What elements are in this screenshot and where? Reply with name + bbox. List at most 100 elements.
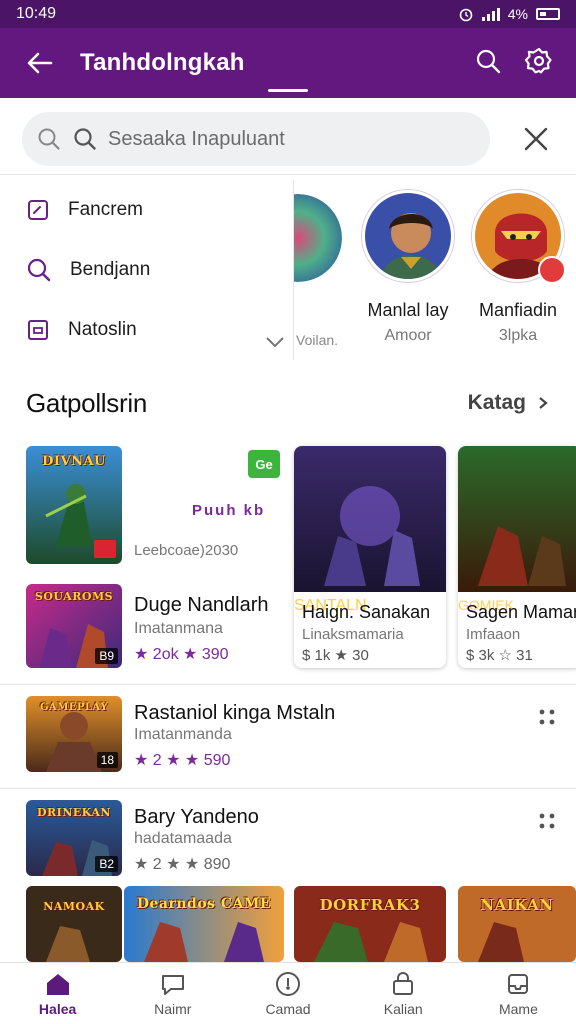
art-badge: 18 [96,752,118,768]
game-thumbnail[interactable]: NAIKAN [458,886,576,962]
featured-promo-text: Puuh kb [192,502,266,519]
nav-label: Halea [38,1000,77,1017]
active-tab-indicator [268,89,308,92]
search-icon [38,128,60,150]
art-tag [94,540,116,558]
stories-row: Voilan. Manlal lay Amoor Manfiadin 3lpka [254,190,576,360]
list-item-art[interactable]: DRINEKAN B2 [26,800,122,876]
menu-item-label: Bendjann [70,259,151,280]
list-item-art[interactable]: GAMEPLAY 18 [26,696,122,772]
more-options-icon[interactable] [536,706,558,728]
game-title: Haign. Sanakan [302,602,431,622]
menu-item-fancrem[interactable]: Fancrem [0,180,293,240]
game-subtitle: Linaksmamaria [302,626,404,643]
art-badge: B2 [95,856,118,872]
game-rating: ★ 2 ★ ★ 890 [134,856,231,873]
box-icon [28,320,48,340]
story-avatar [362,190,454,282]
battery-text: 4% [507,6,528,22]
search-input[interactable] [108,127,448,151]
search-row [0,108,576,170]
game-card[interactable]: SANTALN Haign. Sanakan Linaksmamaria $ 1… [294,446,446,668]
game-thumbnail[interactable]: Dearndos CAME [124,886,284,962]
bottom-navigation: Halea Naimr Camad Kalian Mame [0,962,576,1024]
close-icon [524,127,548,151]
game-subtitle: Imatanmana [134,620,223,637]
story-item[interactable]: Manlal lay Amoor [360,190,456,345]
search-bar[interactable] [22,112,490,166]
art-title: SOUAROMS [34,590,114,603]
story-sub: Amoor [384,327,432,344]
story-name: Manlal lay [367,300,449,320]
art-title: GAMEPLAY [40,702,108,713]
inbox-icon [508,973,529,994]
edit-square-icon [28,200,48,220]
alarm-icon [459,8,473,22]
featured-badge: Ge [248,450,280,478]
story-name: Manfiadin [478,300,558,320]
settings-button[interactable] [524,46,554,81]
menu-item-bendjann[interactable]: Bendjann [0,240,293,300]
story-item[interactable]: Manfiadin 3lpka [470,190,566,345]
see-more-link[interactable]: Katag [468,391,550,415]
art-title: DIVNAU [42,454,106,469]
game-card-art: GOMIEK [458,446,576,613]
page-title: Tanhdolngkah [80,49,245,76]
app-bar: Tanhdolngkah [0,28,576,98]
search-button[interactable] [474,47,502,80]
art-title: NAIKAN [480,896,554,914]
chevron-right-icon [539,397,548,409]
menu-item-natoslin[interactable]: Natoslin [0,300,293,360]
art-title: NAMOAK [43,900,105,913]
nav-item-explore[interactable]: Camad [230,963,345,1024]
status-bar: 10:49 4% [0,0,576,28]
game-title[interactable]: Rastaniol kinga Mstaln [134,702,335,725]
game-subtitle: hadatamaada [134,830,232,847]
nav-label: Kalian [383,1000,423,1017]
more-options-icon[interactable] [536,810,558,832]
list-item-art[interactable]: SOUAROMS B9 [26,584,122,668]
game-title[interactable]: Duge Nandlarh [134,594,269,617]
featured-game-art[interactable]: DIVNAU [26,446,122,564]
search-icon [27,258,51,282]
search-icon [476,49,501,73]
nav-label: Naimr [154,1000,192,1017]
art-title: DRINEKAN [37,806,111,819]
game-rating: ★ 2 ★ ★ 590 [134,752,231,769]
clear-search-button[interactable] [518,121,554,157]
gear-icon [524,47,552,73]
art-title: Dearndos CAME [136,896,272,912]
game-title: Sagen Mamar [466,602,576,622]
game-thumbnail[interactable]: NAMOAK [26,886,122,962]
game-rating: ★ 2ok ★ 390 [134,646,229,663]
game-subtitle: Imatanmanda [134,726,232,743]
nav-item-bag[interactable]: Kalian [346,963,461,1024]
divider [0,174,576,175]
status-time: 10:49 [16,5,57,22]
game-thumbnail[interactable]: DORFRAK3 [294,886,446,962]
nav-item-inbox[interactable]: Mame [461,963,576,1024]
game-card[interactable]: GOMIEK Sagen Mamar Imfaaon $ 3k ☆ 31 [458,446,576,668]
see-more-label: Katag [467,391,526,414]
game-rating: $ 3k ☆ 31 [466,647,533,664]
bag-icon [393,971,414,995]
search-glass-icon [74,128,96,150]
menu-item-label: Fancrem [68,199,143,220]
game-card-art: SANTALN [294,446,446,614]
nav-item-home[interactable]: Halea [0,963,115,1024]
featured-caption: Leebcoae)2030 [134,542,239,559]
art-badge: B9 [95,648,118,664]
compass-icon [276,971,300,996]
game-rating: $ 1k ★ 30 [302,647,369,664]
divider [0,684,576,685]
battery-icon [536,8,560,20]
nav-item-chat[interactable]: Naimr [115,963,230,1024]
divider [0,788,576,789]
home-icon [46,973,69,995]
game-title[interactable]: Bary Yandeno [134,806,259,829]
status-icons: 4% [458,6,560,22]
nav-label: Camad [265,1000,311,1017]
section-header: Gatpollsrin Katag [0,380,576,426]
back-button[interactable] [0,28,80,98]
back-arrow-icon [27,52,53,74]
